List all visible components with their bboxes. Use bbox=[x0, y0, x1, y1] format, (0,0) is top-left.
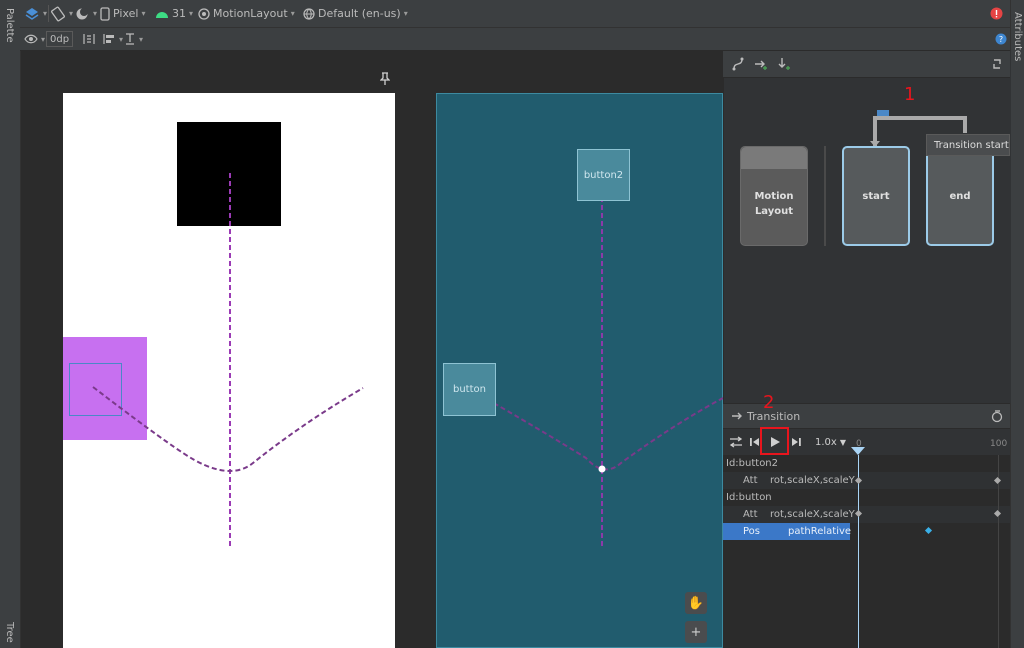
cycle-icon[interactable] bbox=[991, 57, 1003, 71]
locale-selector[interactable]: Default (en-us) ▾ bbox=[303, 0, 408, 27]
button-blueprint[interactable]: button bbox=[443, 363, 496, 416]
eye-icon bbox=[24, 34, 38, 44]
transition-tooltip: Transition start->end bbox=[926, 134, 1010, 156]
start-constraint-set-card[interactable]: start bbox=[842, 146, 910, 246]
design-surface-button[interactable]: ▾ bbox=[24, 0, 47, 27]
list-item-selected[interactable]: Pos pathRelative bbox=[723, 523, 852, 540]
design-motion-paths bbox=[92, 173, 364, 548]
design-surface-icon bbox=[25, 7, 39, 20]
device-icon bbox=[100, 6, 110, 21]
annotation-number: 1 bbox=[904, 84, 916, 105]
row-value: rot,scaleX,scaleY bbox=[770, 509, 855, 520]
row-value: pathRelative bbox=[788, 526, 852, 537]
pin-icon[interactable] bbox=[380, 72, 390, 86]
tree-tab-label: Tree bbox=[4, 622, 15, 643]
night-mode-button[interactable]: ▾ bbox=[74, 0, 97, 27]
help-icon: ? bbox=[995, 33, 1007, 45]
baseline-icon bbox=[126, 33, 134, 45]
view-options-button[interactable]: ▾ bbox=[24, 28, 45, 50]
attributes-tab-label: Attributes bbox=[1012, 12, 1023, 62]
arrow-right-icon bbox=[732, 412, 742, 420]
pan-icon: ✋ bbox=[687, 595, 705, 611]
add-keyframe-icon[interactable] bbox=[991, 409, 1004, 423]
create-transition-icon[interactable] bbox=[754, 57, 768, 71]
list-item[interactable]: Att rot,scaleX,scaleY bbox=[723, 472, 1010, 489]
globe-icon bbox=[303, 7, 315, 20]
device-label: Pixel bbox=[113, 7, 139, 20]
speed-selector[interactable]: 1.0x ▼ bbox=[815, 429, 846, 455]
create-constraint-set-icon[interactable] bbox=[731, 57, 745, 71]
transition-tooltip-text: Transition start->end bbox=[934, 140, 1009, 151]
button-blueprint-label: button bbox=[453, 384, 486, 395]
device-selector[interactable]: Pixel ▾ bbox=[100, 0, 145, 27]
align-button[interactable]: ▾ bbox=[102, 28, 123, 50]
row-value: rot,scaleX,scaleY bbox=[770, 475, 855, 486]
orientation-icon bbox=[51, 6, 65, 21]
row-label: Att bbox=[743, 509, 758, 520]
margin-value: 0dp bbox=[50, 33, 70, 45]
row-label: Pos bbox=[743, 526, 761, 537]
end-constraint-set-card[interactable]: end bbox=[926, 146, 994, 246]
pack-button[interactable] bbox=[82, 28, 96, 50]
tree-tab[interactable]: Tree bbox=[4, 622, 15, 643]
pan-button[interactable]: ✋ bbox=[685, 592, 707, 614]
annotation-number: 2 bbox=[763, 392, 775, 413]
create-onclick-icon[interactable] bbox=[777, 57, 791, 71]
design-toolbar: ▾ ▾ ▾ Pixel ▾ 31 ▾ MotionLayout ▾ Default (… bbox=[20, 0, 1010, 28]
night-mode-icon bbox=[76, 7, 88, 19]
motionlayout-icon bbox=[198, 7, 210, 20]
row-label: Id:button2 bbox=[726, 458, 779, 469]
list-item[interactable]: Id:button bbox=[723, 489, 1010, 506]
layout-type-selector[interactable]: MotionLayout ▾ bbox=[198, 0, 295, 27]
overview-divider bbox=[824, 146, 826, 246]
left-tool-strip: Palette Tree bbox=[0, 0, 21, 648]
layout-toolbar: ▾ 0dp ▾ ▾ ? bbox=[20, 28, 1010, 51]
help-button[interactable]: ? bbox=[995, 28, 1007, 50]
align-icon bbox=[103, 34, 114, 44]
motion-editor-toolbar bbox=[723, 51, 1010, 78]
baseline-button[interactable]: ▾ bbox=[124, 28, 143, 50]
api-level-label: 31 bbox=[172, 7, 186, 20]
row-label: Id:button bbox=[726, 492, 772, 503]
layout-type-label: MotionLayout bbox=[213, 7, 288, 20]
end-card-label: end bbox=[949, 190, 971, 202]
start-card-label: start bbox=[862, 190, 890, 202]
palette-tab[interactable]: Palette bbox=[4, 8, 15, 43]
api-level-selector[interactable]: 31 ▾ bbox=[155, 0, 193, 27]
orientation-button[interactable]: ▾ bbox=[50, 0, 73, 27]
default-margin-field[interactable]: 0dp bbox=[46, 31, 74, 47]
row-label: Att bbox=[743, 475, 758, 486]
list-item[interactable]: Id:button2 bbox=[723, 455, 1010, 472]
timeline-end-line bbox=[998, 455, 999, 648]
swap-icon bbox=[729, 436, 743, 448]
skip-forward-icon bbox=[792, 438, 801, 446]
zoom-in-icon: + bbox=[690, 624, 702, 640]
svg-text:?: ? bbox=[999, 35, 1003, 44]
palette-tab-label: Palette bbox=[4, 8, 15, 43]
timeline-end-label: 100 bbox=[990, 439, 1008, 449]
jump-end-button[interactable] bbox=[790, 429, 802, 455]
annotation-box bbox=[760, 427, 789, 455]
button2-blueprint-label: button2 bbox=[583, 169, 624, 181]
android-icon bbox=[156, 11, 168, 18]
locale-label: Default (en-us) bbox=[318, 7, 401, 20]
motionlayout-card[interactable]: Motion Layout bbox=[740, 146, 808, 246]
attributes-tab[interactable]: Attributes bbox=[1012, 12, 1023, 61]
transition-keyframe-list: Id:button2 Att rot,scaleX,scaleY Id:butt… bbox=[723, 455, 1010, 648]
speed-value: 1.0x bbox=[815, 436, 837, 448]
right-tool-strip: Attributes bbox=[1010, 0, 1024, 648]
zoom-in-button[interactable]: + bbox=[685, 621, 707, 643]
loop-button[interactable] bbox=[729, 429, 743, 455]
list-item[interactable]: Att rot,scaleX,scaleY bbox=[723, 506, 1010, 523]
error-button[interactable] bbox=[990, 0, 1003, 27]
error-icon bbox=[990, 7, 1003, 20]
margin-icon bbox=[83, 34, 95, 44]
button2-blueprint[interactable]: button2 bbox=[577, 149, 630, 201]
motionlayout-card-label: Motion Layout bbox=[754, 191, 794, 217]
